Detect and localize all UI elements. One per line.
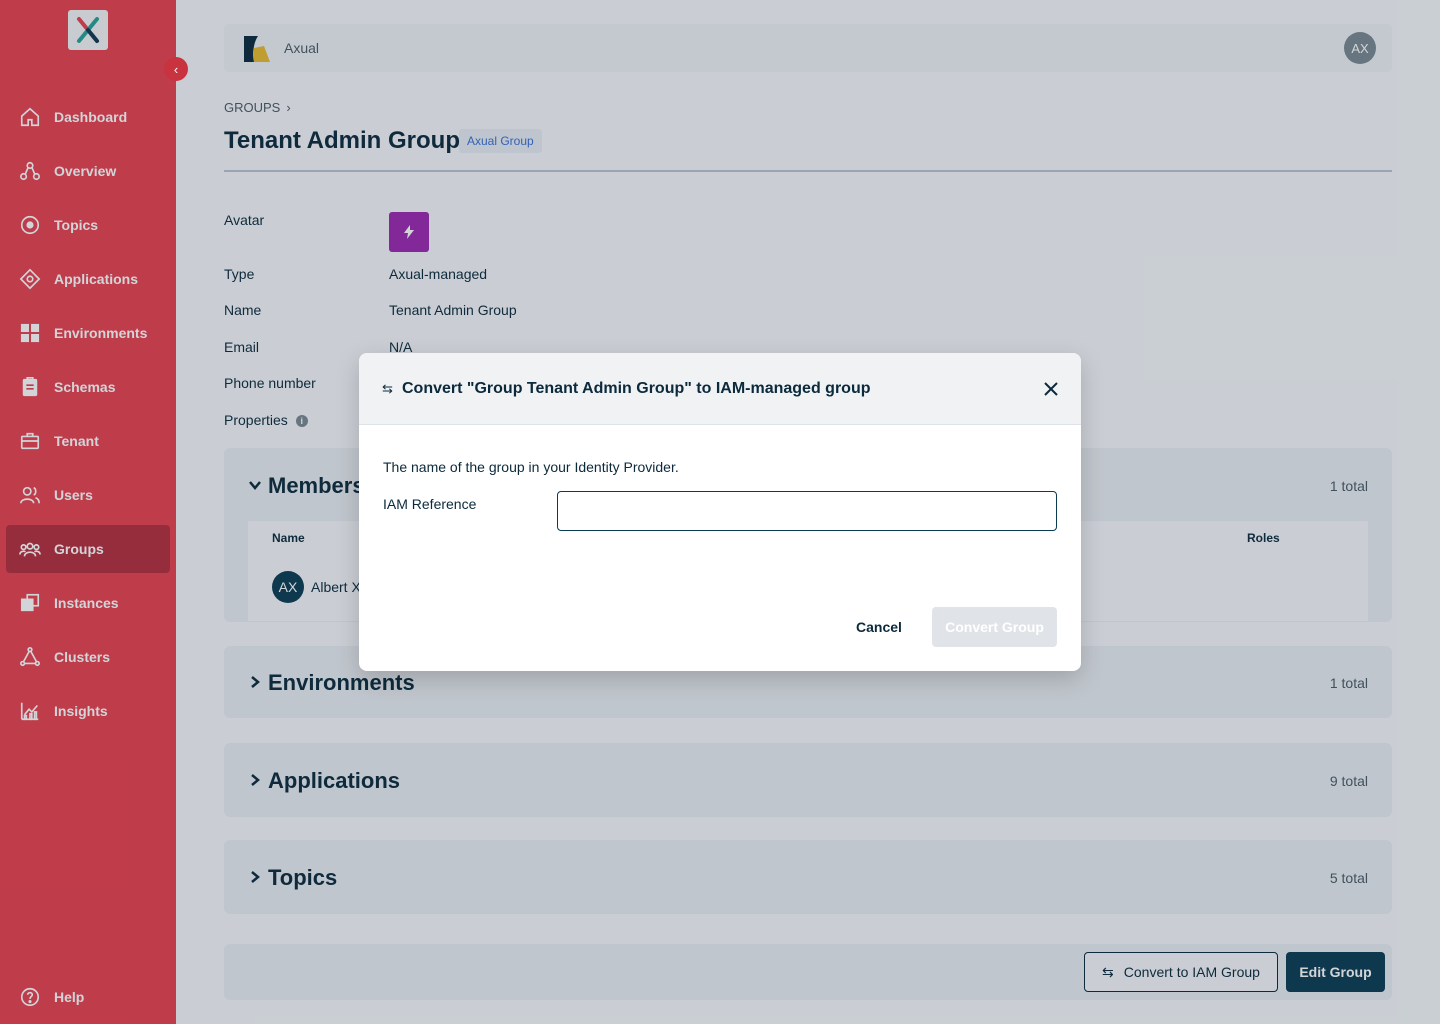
collapse-sidebar-button[interactable]: ‹ (164, 57, 188, 81)
dialog-description: The name of the group in your Identity P… (383, 459, 679, 475)
close-button[interactable] (1040, 378, 1062, 400)
swap-icon: ⇆ (382, 381, 393, 396)
close-icon (1044, 382, 1058, 396)
iam-reference-label: IAM Reference (383, 496, 477, 512)
convert-group-button[interactable]: Convert Group (932, 607, 1057, 647)
dialog-header: ⇆ Convert "Group Tenant Admin Group" to … (359, 353, 1081, 425)
iam-reference-input[interactable] (557, 491, 1057, 531)
cancel-button[interactable]: Cancel (841, 607, 917, 647)
dialog-title: Convert "Group Tenant Admin Group" to IA… (402, 380, 871, 397)
convert-group-dialog: ⇆ Convert "Group Tenant Admin Group" to … (359, 353, 1081, 671)
chevron-left-icon: ‹ (173, 61, 179, 77)
